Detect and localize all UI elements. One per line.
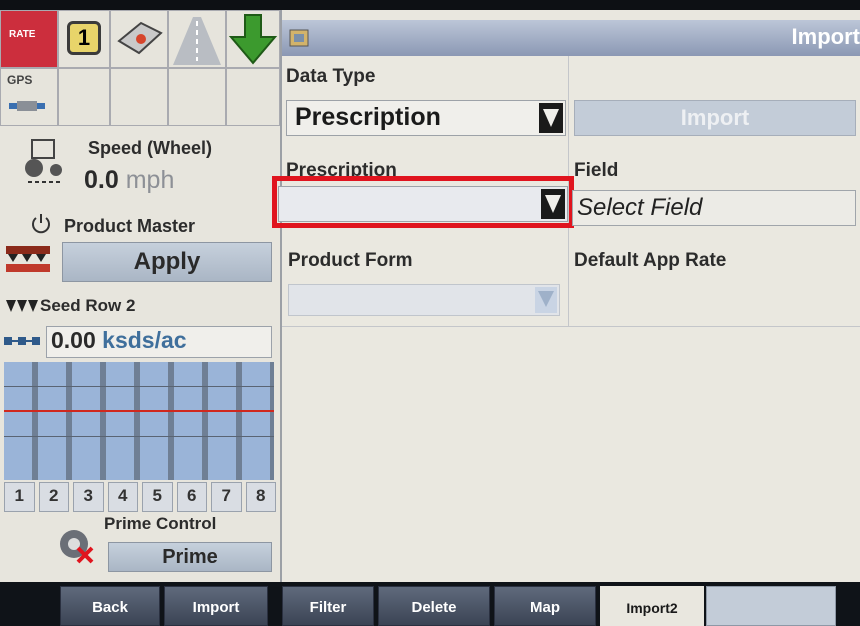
- field-input[interactable]: Select Field: [572, 190, 856, 226]
- counter-cell[interactable]: 1: [58, 10, 110, 68]
- tractor-icon: [25, 139, 62, 183]
- target-rate-line: [4, 410, 274, 412]
- seed-row-label: Seed Row 2: [40, 296, 136, 315]
- apply-button[interactable]: Apply: [62, 242, 272, 282]
- tab-import2[interactable]: Import2: [600, 586, 704, 626]
- tab-filter[interactable]: Filter: [282, 586, 374, 626]
- tablet-icon: [117, 21, 163, 55]
- import-button-label: Import: [680, 105, 750, 130]
- tab-back[interactable]: Back: [60, 586, 160, 626]
- road-icon: [173, 17, 221, 65]
- seed-unit: ksds/ac: [102, 327, 187, 353]
- seed-value: 0.00: [51, 327, 96, 353]
- gps-tag: GPS: [7, 73, 33, 87]
- guidance-cell[interactable]: [168, 10, 226, 68]
- page-title: Import: [791, 24, 860, 49]
- tab-map[interactable]: Map: [494, 586, 596, 626]
- empty-cell-3: [168, 68, 226, 126]
- row-numbers: 1 2 3 4 5 6 7 8: [2, 480, 278, 514]
- product-form-label: Product Form: [288, 250, 413, 271]
- row-number-4[interactable]: 4: [107, 482, 138, 512]
- down-arrow-icon: [228, 14, 278, 65]
- prescription-dropdown[interactable]: [278, 186, 568, 222]
- speed-unit: mph: [125, 166, 175, 194]
- down-cell[interactable]: [226, 10, 280, 68]
- tab-delete[interactable]: Delete: [378, 586, 490, 626]
- row-status-grid: [2, 362, 278, 480]
- tab-import[interactable]: Import: [164, 586, 268, 626]
- satellite-icon: [9, 101, 45, 111]
- row-number-3[interactable]: 3: [73, 482, 104, 512]
- screen: RATE 1 GPS Speed (Wheel) 0.0 mph Product…: [0, 10, 860, 626]
- row-number-1[interactable]: 1: [4, 482, 35, 512]
- power-icon: [32, 214, 50, 234]
- planter-icon: [6, 246, 50, 272]
- speed-value: 0.0: [84, 166, 119, 194]
- prime-button[interactable]: Prime: [108, 542, 272, 572]
- seed-rate-readout: 0.00 ksds/ac: [51, 327, 187, 354]
- product-master-label: Product Master: [64, 216, 196, 236]
- footer-blank-button[interactable]: [706, 586, 836, 626]
- field-value: Select Field: [577, 194, 703, 221]
- seed-row-icon: [6, 300, 38, 312]
- speed-readout: 0.0 mph: [84, 166, 174, 195]
- row-divider: [282, 326, 860, 327]
- row-number-8[interactable]: 8: [245, 482, 276, 512]
- row-number-6[interactable]: 6: [176, 482, 207, 512]
- import-button[interactable]: Import: [574, 100, 856, 136]
- rate-tag: RATE: [9, 29, 36, 40]
- rate-cell[interactable]: RATE: [0, 10, 58, 68]
- empty-cell-4: [226, 68, 280, 126]
- data-type-dropdown[interactable]: Prescription: [286, 100, 566, 136]
- import-icon: [289, 29, 309, 47]
- row-status-bar: [4, 362, 274, 480]
- row-grid-h1: [4, 386, 274, 387]
- row-number-7[interactable]: 7: [211, 482, 242, 512]
- chevron-down-icon: [539, 103, 563, 133]
- row-number-5[interactable]: 5: [142, 482, 173, 512]
- title-bar: Import: [282, 20, 860, 56]
- prime-disabled-icon: [60, 530, 94, 564]
- empty-cell-1: [58, 68, 110, 126]
- data-type-value: Prescription: [295, 103, 441, 131]
- left-panel: RATE 1 GPS Speed (Wheel) 0.0 mph Product…: [0, 10, 282, 582]
- row-number-2[interactable]: 2: [38, 482, 69, 512]
- counter-icon: 1: [67, 21, 101, 55]
- product-form-dropdown[interactable]: [288, 284, 560, 316]
- row-grid-h2: [4, 436, 274, 437]
- chevron-down-shape: [538, 291, 554, 307]
- row-link-icon: [4, 337, 40, 345]
- default-app-rate-label: Default App Rate: [574, 250, 727, 271]
- empty-cell-2: [110, 68, 168, 126]
- seed-rate-box[interactable]: 0.00 ksds/ac: [46, 326, 272, 358]
- counter-value: 1: [77, 25, 91, 50]
- speed-label: Speed (Wheel): [88, 138, 213, 158]
- prime-control-label: Prime Control: [104, 514, 217, 533]
- data-type-label: Data Type: [286, 66, 376, 87]
- gps-cell[interactable]: GPS: [0, 68, 58, 126]
- section-cell[interactable]: [110, 10, 168, 68]
- bottom-nav: Back Import Filter Delete Map Import2: [0, 582, 860, 626]
- import-form: Data Type Prescription Import Prescripti…: [272, 56, 860, 582]
- chevron-down-icon: [541, 189, 565, 219]
- status-icon-bar: RATE 1 GPS: [0, 10, 280, 126]
- field-label: Field: [574, 160, 619, 181]
